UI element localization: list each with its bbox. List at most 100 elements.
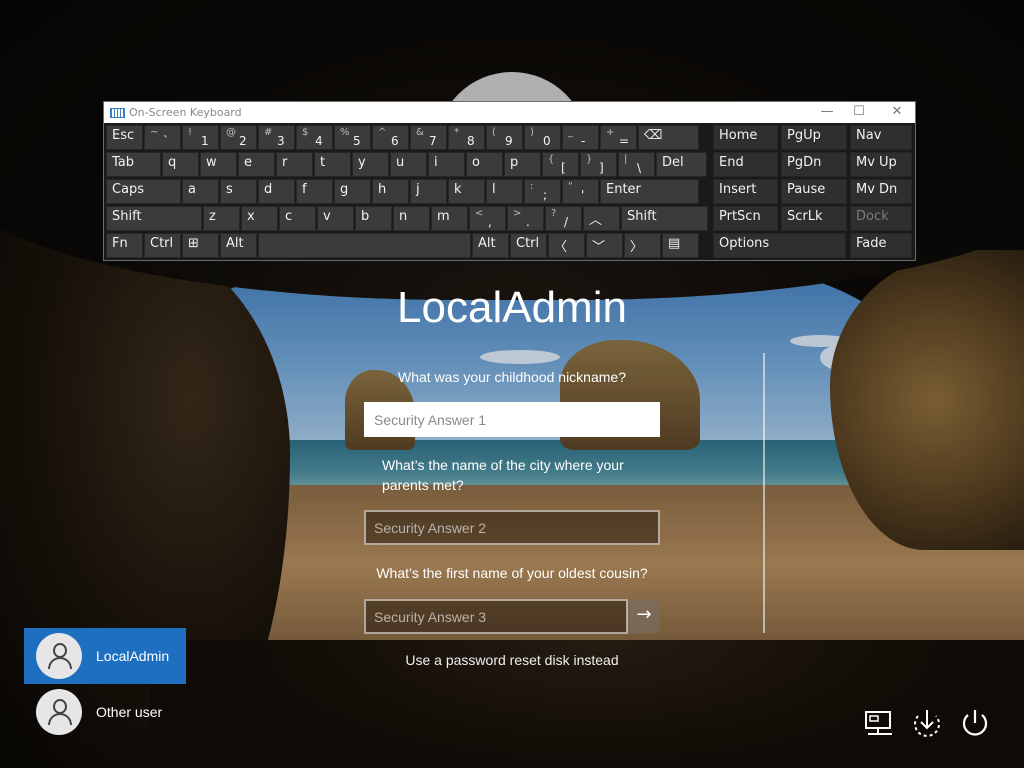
key-m[interactable]: m — [431, 206, 468, 231]
power-icon[interactable] — [958, 706, 992, 740]
key-i[interactable]: i — [428, 152, 465, 177]
key-`[interactable]: ~ ` — [144, 125, 181, 150]
key-e[interactable]: e — [238, 152, 275, 177]
key-9[interactable]: (9 — [486, 125, 523, 150]
key-6[interactable]: ^ 6 — [372, 125, 409, 150]
key-mv-up[interactable]: Mv Up — [850, 152, 912, 177]
key-c[interactable]: c — [279, 206, 316, 231]
key-n[interactable]: n — [393, 206, 430, 231]
key-r[interactable]: r — [276, 152, 313, 177]
key-⌫[interactable]: ⌫ — [638, 125, 699, 150]
security-answer-3-input[interactable] — [364, 599, 628, 634]
key-o[interactable]: o — [466, 152, 503, 177]
key-5[interactable]: % 5 — [334, 125, 371, 150]
key-﹀[interactable]: ﹀ — [586, 233, 623, 258]
security-answer-2-input[interactable] — [364, 510, 660, 545]
key-3[interactable]: #3 — [258, 125, 295, 150]
security-answer-1-input[interactable] — [364, 402, 660, 437]
user-tile-localadmin[interactable]: LocalAdmin — [24, 628, 186, 684]
key-del[interactable]: Del — [656, 152, 707, 177]
key-end[interactable]: End — [713, 152, 778, 177]
key-︿[interactable]: ︿ — [583, 206, 620, 231]
key-=[interactable]: + = — [600, 125, 637, 150]
key-mv-dn[interactable]: Mv Dn — [850, 179, 912, 204]
key--[interactable]: _ - — [562, 125, 599, 150]
key-4[interactable]: $4 — [296, 125, 333, 150]
key-shift[interactable]: Shift — [621, 206, 708, 231]
key-f[interactable]: f — [296, 179, 333, 204]
key-label: o — [472, 155, 480, 170]
key-〈[interactable]: 〈 — [548, 233, 585, 258]
key-shift[interactable]: Shift — [106, 206, 202, 231]
network-icon[interactable] — [862, 706, 896, 740]
key-u[interactable]: u — [390, 152, 427, 177]
key-[[interactable]: {[ — [542, 152, 579, 177]
key-y[interactable]: y — [352, 152, 389, 177]
key-pgup[interactable]: PgUp — [781, 125, 847, 150]
maximize-button[interactable]: ☐ — [844, 104, 874, 119]
key-t[interactable]: t — [314, 152, 351, 177]
key-ctrl[interactable]: Ctrl — [510, 233, 547, 258]
key-scrlk[interactable]: ScrLk — [781, 206, 847, 231]
key-pgdn[interactable]: PgDn — [781, 152, 847, 177]
key-\[interactable]: | \ — [618, 152, 655, 177]
key-,[interactable]: <, — [469, 206, 506, 231]
key-.[interactable]: >. — [507, 206, 544, 231]
key-〉[interactable]: 〉 — [624, 233, 661, 258]
key-k[interactable]: k — [448, 179, 485, 204]
key-d[interactable]: d — [258, 179, 295, 204]
key-p[interactable]: p — [504, 152, 541, 177]
key-b[interactable]: b — [355, 206, 392, 231]
key-x[interactable]: x — [241, 206, 278, 231]
ease-of-access-icon[interactable] — [910, 706, 944, 740]
key-g[interactable]: g — [334, 179, 371, 204]
key-w[interactable]: w — [200, 152, 237, 177]
key-alt[interactable]: Alt — [220, 233, 257, 258]
key-2[interactable]: @2 — [220, 125, 257, 150]
key-enter[interactable]: Enter — [600, 179, 699, 204]
key-v[interactable]: v — [317, 206, 354, 231]
key-l[interactable]: l — [486, 179, 523, 204]
key-space[interactable] — [258, 233, 471, 258]
submit-button[interactable]: → — [627, 600, 660, 633]
key-⊞[interactable]: ⊞ — [182, 233, 219, 258]
key-nav[interactable]: Nav — [850, 125, 912, 150]
osk-title-bar[interactable]: On-Screen Keyboard — ☐ ✕ — [104, 102, 915, 123]
key-insert[interactable]: Insert — [713, 179, 778, 204]
key-options[interactable]: Options — [713, 233, 846, 258]
key-shift-glyph: ) — [530, 127, 534, 138]
key-fn[interactable]: Fn — [106, 233, 143, 258]
minimize-button[interactable]: — — [812, 104, 842, 119]
key-1[interactable]: ! 1 — [182, 125, 219, 150]
user-tile-other-user[interactable]: Other user — [24, 684, 186, 740]
key-;[interactable]: :; — [524, 179, 561, 204]
key-ctrl[interactable]: Ctrl — [144, 233, 181, 258]
key-prtscn[interactable]: PrtScn — [713, 206, 778, 231]
key-label: Ctrl — [150, 236, 174, 251]
key-▤[interactable]: ▤ — [662, 233, 699, 258]
key-j[interactable]: j — [410, 179, 447, 204]
key-a[interactable]: a — [182, 179, 219, 204]
key-q[interactable]: q — [162, 152, 199, 177]
key-shift-glyph: } — [586, 154, 593, 165]
scrollbar[interactable] — [763, 353, 765, 633]
key-tab[interactable]: Tab — [106, 152, 161, 177]
close-button[interactable]: ✕ — [882, 104, 912, 119]
key-caps[interactable]: Caps — [106, 179, 181, 204]
key-'[interactable]: " ' — [562, 179, 599, 204]
key-s[interactable]: s — [220, 179, 257, 204]
key-fade[interactable]: Fade — [850, 233, 912, 258]
key-pause[interactable]: Pause — [781, 179, 847, 204]
key-home[interactable]: Home — [713, 125, 778, 150]
key-esc[interactable]: Esc — [106, 125, 143, 150]
key-h[interactable]: h — [372, 179, 409, 204]
password-reset-disk-link[interactable]: Use a password reset disk instead — [300, 652, 724, 668]
key-8[interactable]: * 8 — [448, 125, 485, 150]
key-0[interactable]: ) 0 — [524, 125, 561, 150]
key-][interactable]: }] — [580, 152, 617, 177]
key-/[interactable]: ? / — [545, 206, 582, 231]
key-label: Tab — [112, 155, 135, 170]
key-7[interactable]: & 7 — [410, 125, 447, 150]
key-z[interactable]: z — [203, 206, 240, 231]
key-alt[interactable]: Alt — [472, 233, 509, 258]
